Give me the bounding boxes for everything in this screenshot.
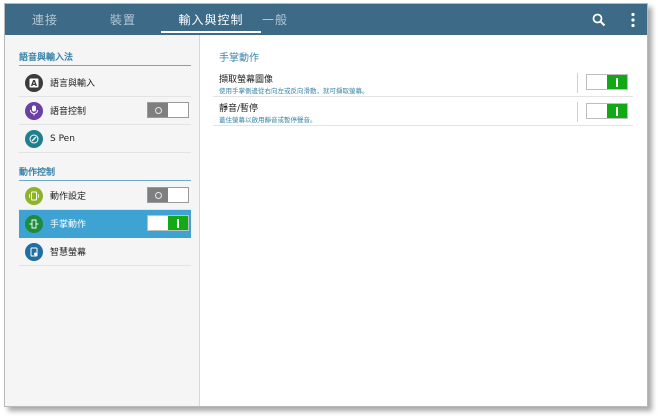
sidebar: 語音與輸入法 A 語言與輸入 語音控制 S Pen 動作控制 動作設定 手掌動作…: [5, 35, 200, 406]
smart-screen-icon: [25, 242, 43, 261]
sidebar-item-voice-control[interactable]: 語音控制: [19, 97, 191, 125]
search-button[interactable]: [585, 4, 613, 35]
sidebar-item-label: 手掌動作: [50, 220, 87, 230]
more-options-button[interactable]: [619, 4, 647, 35]
mute-pause-toggle[interactable]: [586, 103, 628, 119]
setting-row-capture-screen[interactable]: 擷取螢幕圖像 使用手掌側邊從右向左或反向滑動，就可擷取螢幕。: [213, 69, 633, 97]
tab-connections[interactable]: 連接: [13, 4, 77, 35]
section-header-voice-input: 語音與輸入法: [19, 50, 191, 66]
sidebar-item-label: S Pen: [50, 133, 75, 144]
settings-window: 連接 裝置 輸入與控制 一般 語音與輸入法 A 語言與輸入 語音控制 S Pen…: [4, 3, 648, 407]
divider: [577, 102, 578, 122]
sidebar-item-label: 動作設定: [50, 192, 87, 202]
keyboard-a-icon: A: [25, 73, 43, 92]
setting-description: 使用手掌側邊從右向左或反向滑動，就可擷取螢幕。: [219, 87, 369, 95]
phone-motion-icon: [25, 186, 43, 205]
capture-screen-toggle[interactable]: [586, 74, 628, 90]
sidebar-item-smart-screen[interactable]: 智慧螢幕: [19, 238, 191, 266]
microphone-icon: [25, 101, 43, 120]
sidebar-item-label: 語言與輸入: [50, 79, 96, 89]
svg-text:A: A: [31, 79, 38, 88]
divider: [577, 73, 578, 93]
detail-panel: 手掌動作 擷取螢幕圖像 使用手掌側邊從右向左或反向滑動，就可擷取螢幕。 靜音/暫…: [201, 35, 647, 406]
search-icon: [592, 13, 606, 26]
sidebar-item-motion-settings[interactable]: 動作設定: [19, 182, 191, 210]
section-header-motion-control: 動作控制: [19, 165, 191, 181]
sidebar-item-palm-motion[interactable]: 手掌動作: [19, 210, 191, 238]
page-title: 手掌動作: [219, 53, 259, 64]
more-vertical-icon: [631, 12, 635, 27]
sidebar-item-label: 智慧螢幕: [50, 248, 87, 258]
palm-motion-icon: [25, 214, 43, 233]
setting-title: 擷取螢幕圖像: [219, 75, 274, 85]
motion-settings-toggle[interactable]: [147, 187, 189, 203]
s-pen-icon: [25, 129, 43, 148]
setting-title: 靜音/暫停: [219, 104, 259, 114]
setting-row-mute-pause[interactable]: 靜音/暫停 蓋住螢幕以啟用靜音或暫停聲音。: [213, 98, 633, 126]
voice-control-toggle[interactable]: [147, 102, 189, 118]
sidebar-item-language-input[interactable]: A 語言與輸入: [19, 69, 191, 97]
tab-general[interactable]: 一般: [243, 4, 307, 35]
tab-device[interactable]: 裝置: [91, 4, 155, 35]
palm-motion-toggle[interactable]: [147, 215, 189, 231]
sidebar-item-s-pen[interactable]: S Pen: [19, 125, 191, 153]
setting-description: 蓋住螢幕以啟用靜音或暫停聲音。: [219, 116, 317, 124]
action-bar: 連接 裝置 輸入與控制 一般: [5, 4, 647, 35]
sidebar-item-label: 語音控制: [50, 107, 87, 117]
